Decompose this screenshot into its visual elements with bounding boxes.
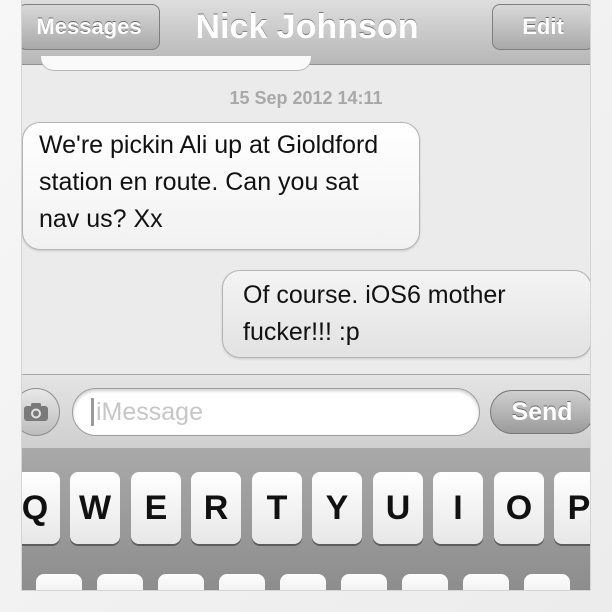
keyboard-key[interactable] (36, 574, 82, 590)
key-w[interactable]: W (70, 472, 120, 544)
keyboard-key[interactable] (280, 574, 326, 590)
message-composer: iMessage Send (22, 374, 590, 449)
key-p[interactable]: P (554, 472, 590, 544)
keyboard-key[interactable] (158, 574, 204, 590)
previous-message-bubble (40, 56, 312, 71)
send-button[interactable]: Send (490, 390, 590, 434)
messages-screen: Messages Nick Johnson Edit 15 Sep 2012 1… (22, 0, 590, 590)
key-y[interactable]: Y (312, 472, 362, 544)
key-q[interactable]: Q (22, 472, 60, 544)
outgoing-message-bubble[interactable]: Of course. iOS6 mother fucker!!! :p (222, 270, 590, 358)
keyboard-row-1: Q W E R T Y U I O P (22, 472, 590, 546)
message-timestamp: 15 Sep 2012 14:11 (229, 88, 383, 108)
key-u[interactable]: U (373, 472, 423, 544)
keyboard-key[interactable] (97, 574, 143, 590)
key-o[interactable]: O (494, 472, 544, 544)
keyboard-key[interactable] (219, 574, 265, 590)
incoming-message-bubble[interactable]: We're pickin Ali up at Gioldford station… (22, 122, 420, 250)
key-t[interactable]: T (252, 472, 302, 544)
key-e[interactable]: E (131, 472, 181, 544)
edit-button[interactable]: Edit (492, 4, 590, 50)
keyboard-key[interactable] (402, 574, 448, 590)
imessage-input[interactable]: iMessage (72, 388, 480, 436)
keyboard-row-2 (22, 574, 590, 590)
keyboard: Q W E R T Y U I O P (22, 448, 590, 590)
keyboard-key[interactable] (463, 574, 509, 590)
text-cursor (91, 398, 94, 426)
conversation-title: Nick Johnson (195, 8, 419, 46)
back-button[interactable]: Messages (22, 4, 160, 50)
key-i[interactable]: I (433, 472, 483, 544)
imessage-placeholder: iMessage (96, 397, 203, 426)
keyboard-key[interactable] (341, 574, 387, 590)
camera-button[interactable] (22, 388, 60, 436)
conversation-view[interactable]: 15 Sep 2012 14:11 We're pickin Ali up at… (22, 56, 590, 374)
camera-icon (24, 403, 48, 421)
keyboard-key[interactable] (524, 574, 570, 590)
key-r[interactable]: R (191, 472, 241, 544)
